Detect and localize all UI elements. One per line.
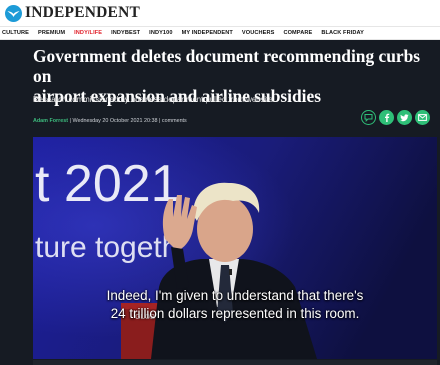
section-nav: CULTURE PREMIUM INDY/LIFE INDYBEST INDY1… xyxy=(0,26,440,40)
comment-icon[interactable] xyxy=(361,110,376,125)
nav-item-my-independent[interactable]: MY INDEPENDENT xyxy=(182,30,233,36)
nav-item-indybest[interactable]: INDYBEST xyxy=(111,30,140,36)
comments-link[interactable]: comments xyxy=(162,118,187,124)
video-caption: Indeed, I'm given to understand that the… xyxy=(106,288,364,321)
facebook-icon[interactable] xyxy=(379,110,394,125)
author-link[interactable]: Adam Forrest xyxy=(33,118,68,124)
logo-wordmark[interactable]: INDEPENDENT xyxy=(25,4,140,22)
publish-date: Wednesday 20 October 2021 20:38 xyxy=(72,118,158,124)
nav-item-indylife[interactable]: INDY/LIFE xyxy=(74,30,102,36)
backdrop-text-2: ture togeth xyxy=(35,231,178,264)
article-header: Government deletes document recommending… xyxy=(0,40,440,365)
nav-item-indylife-label: INDY/LIFE xyxy=(74,30,103,36)
video-frame: t 2021 ture togeth GLOBAL xyxy=(33,137,437,359)
video-footer xyxy=(33,360,437,365)
twitter-icon[interactable] xyxy=(397,110,412,125)
nav-item-indy100[interactable]: INDY100 xyxy=(149,30,172,36)
article-standfirst: Research commissioned by business depart… xyxy=(33,95,273,104)
nav-item-vouchers[interactable]: VOUCHERS xyxy=(242,30,275,36)
eagle-icon[interactable] xyxy=(5,4,22,22)
nav-item-premium[interactable]: PREMIUM xyxy=(38,30,65,36)
video-player[interactable]: t 2021 ture togeth GLOBAL Indeed, I'm gi… xyxy=(33,137,437,359)
nav-item-culture[interactable]: CULTURE xyxy=(2,30,29,36)
backdrop-text-1: t 2021 xyxy=(35,155,180,213)
nav-item-compare[interactable]: COMPARE xyxy=(283,30,312,36)
nav-item-black-friday[interactable]: BLACK FRIDAY xyxy=(321,30,364,36)
share-buttons xyxy=(361,110,430,125)
byline: Adam Forrest | Wednesday 20 October 2021… xyxy=(33,116,187,126)
email-icon[interactable] xyxy=(415,110,430,125)
masthead: INDEPENDENT xyxy=(0,0,440,26)
